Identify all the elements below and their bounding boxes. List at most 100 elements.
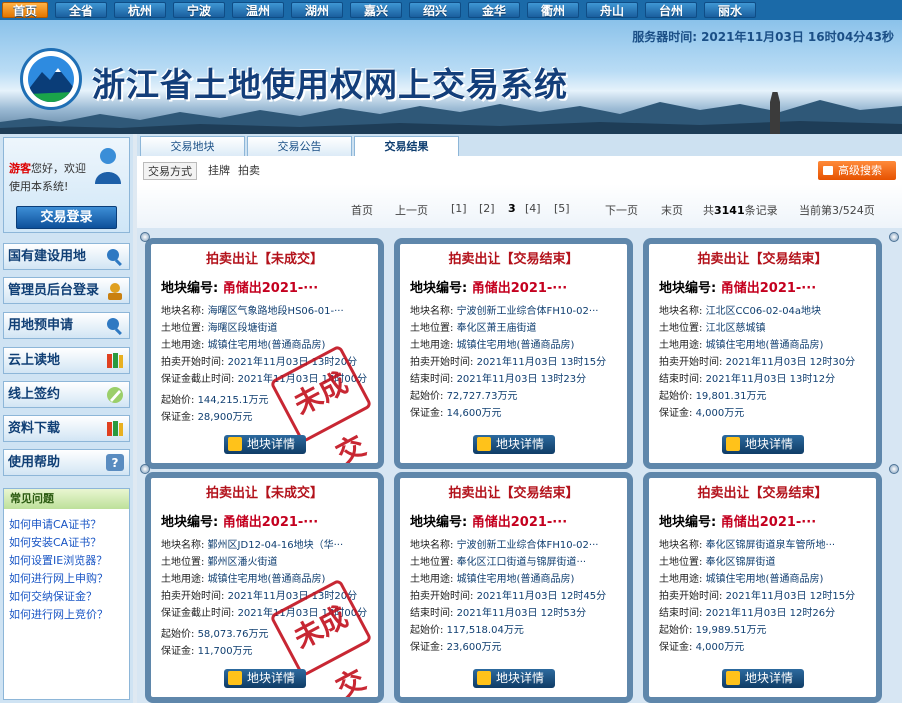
card-end: 结束时间: 2021年11月03日 12时53分 <box>410 604 625 619</box>
page-2[interactable]: [2] <box>479 202 495 215</box>
card-use: 土地用途: 城镇住宅用地(普通商品房) <box>659 570 874 585</box>
field-label: 土地用途: <box>410 340 454 351</box>
plot-detail-button[interactable]: 地块详情 <box>224 669 306 688</box>
plot-detail-button[interactable]: 地块详情 <box>722 669 804 688</box>
field-label: 保证金截止时间: <box>161 374 235 385</box>
filter-trade-mode[interactable]: 交易方式 <box>143 162 197 180</box>
tab-trade-notices[interactable]: 交易公告 <box>247 136 352 156</box>
field-value: 城镇住宅用地(普通商品房) <box>207 340 326 351</box>
top-nav: 首页 全省 杭州 宁波 温州 湖州 嘉兴 绍兴 金华 衢州 舟山 台州 丽水 <box>0 0 902 20</box>
menu-help[interactable]: 使用帮助? <box>3 449 130 476</box>
nav-huzhou[interactable]: 湖州 <box>291 2 343 18</box>
magnifier-icon <box>107 249 122 266</box>
plot-no-label: 地块编号: <box>161 281 219 296</box>
card-location: 土地位置: 奉化区萧王庙街道 <box>410 319 625 334</box>
card-status: 拍卖出让【交易结束】 <box>448 486 579 501</box>
page-prev[interactable]: 上一页 <box>395 202 428 218</box>
plot-detail-button[interactable]: 地块详情 <box>473 435 555 454</box>
field-value: 奉化区锦屏街道泉车管所地··· <box>705 540 836 551</box>
filter-auction[interactable]: 拍卖 <box>238 162 260 180</box>
detail-icon <box>477 437 491 451</box>
field-label: 保证金: <box>161 412 195 423</box>
page-next[interactable]: 下一页 <box>605 202 638 218</box>
plot-detail-button[interactable]: 地块详情 <box>722 435 804 454</box>
field-label: 土地用途: <box>161 574 205 585</box>
card-name: 地块名称: 宁波创新工业综合体FH10-02··· <box>410 536 625 551</box>
field-value: 江北区慈城镇 <box>705 323 766 334</box>
menu-online-sign[interactable]: 线上签约 <box>3 381 130 408</box>
detail-icon <box>726 437 740 451</box>
menu-admin-login[interactable]: 管理员后台登录 <box>3 277 130 304</box>
frame-bolt <box>889 232 899 242</box>
faq-link[interactable]: 如何进行网上竞价？ <box>9 606 108 622</box>
nav-quzhou[interactable]: 衢州 <box>527 2 579 18</box>
mountain-icon <box>28 68 74 102</box>
page-4[interactable]: [4] <box>525 202 541 215</box>
nav-jiaxing[interactable]: 嘉兴 <box>350 2 402 18</box>
detail-label: 地块详情 <box>496 671 545 685</box>
nav-hangzhou[interactable]: 杭州 <box>114 2 166 18</box>
nav-lishui[interactable]: 丽水 <box>704 2 756 18</box>
card-use: 土地用途: 城镇住宅用地(普通商品房) <box>410 570 625 585</box>
card-location: 土地位置: 奉化区江口街道与锦屏街道··· <box>410 553 625 568</box>
result-card: 拍卖出让【交易结束】 地块编号: 甬储出2021-··· 地块名称: 奉化区锦屏… <box>643 472 882 703</box>
field-label: 土地位置: <box>659 557 703 568</box>
page-1[interactable]: [1] <box>451 202 467 215</box>
tab-trade-plots[interactable]: 交易地块 <box>140 136 245 156</box>
result-card: 拍卖出让【未成交】 地块编号: 甬储出2021-··· 地块名称: 海曙区气象路… <box>145 238 384 469</box>
page-first[interactable]: 首页 <box>351 202 373 218</box>
faq-link[interactable]: 如何申请CA证书？ <box>9 516 101 532</box>
nav-ningbo[interactable]: 宁波 <box>173 2 225 18</box>
card-status: 拍卖出让【交易结束】 <box>448 252 579 267</box>
page-5[interactable]: [5] <box>554 202 570 215</box>
tab-trade-results[interactable]: 交易结果 <box>354 136 459 157</box>
field-value: 11,700万元 <box>197 646 253 657</box>
nav-shaoxing[interactable]: 绍兴 <box>409 2 461 18</box>
field-label: 拍卖开始时间: <box>410 357 474 368</box>
card-deposit: 保证金: 4,000万元 <box>659 638 874 653</box>
field-label: 结束时间: <box>410 374 454 385</box>
plot-detail-button[interactable]: 地块详情 <box>224 435 306 454</box>
field-label: 土地用途: <box>659 340 703 351</box>
field-value: 144,215.1万元 <box>197 395 269 406</box>
frame-bolt <box>140 232 150 242</box>
field-label: 土地用途: <box>161 340 205 351</box>
page-last[interactable]: 末页 <box>661 202 683 218</box>
login-button[interactable]: 交易登录 <box>16 206 117 229</box>
faq-link[interactable]: 如何设置IE浏览器？ <box>9 552 107 568</box>
field-label: 土地用途: <box>659 574 703 585</box>
field-label: 土地用途: <box>410 574 454 585</box>
faq-link[interactable]: 如何进行网上申购？ <box>9 570 108 586</box>
nav-taizhou[interactable]: 台州 <box>645 2 697 18</box>
field-label: 拍卖开始时间: <box>659 357 723 368</box>
card-use: 土地用途: 城镇住宅用地(普通商品房) <box>659 336 874 351</box>
plot-no-value: 甬储出2021-··· <box>471 281 568 296</box>
nav-province[interactable]: 全省 <box>55 2 107 18</box>
welcome-box: 游客您好，欢迎使用本系统! 交易登录 <box>3 137 130 233</box>
nav-zhoushan[interactable]: 舟山 <box>586 2 638 18</box>
field-value: 28,900万元 <box>197 412 253 423</box>
menu-state-land[interactable]: 国有建设用地 <box>3 243 130 270</box>
field-label: 拍卖开始时间: <box>410 591 474 602</box>
result-card: 拍卖出让【交易结束】 地块编号: 甬储出2021-··· 地块名称: 宁波创新工… <box>394 472 633 703</box>
field-label: 拍卖开始时间: <box>161 591 225 602</box>
filter-listing[interactable]: 挂牌 <box>208 162 230 180</box>
nav-wenzhou[interactable]: 温州 <box>232 2 284 18</box>
system-title: 浙江省土地使用权网上交易系统 <box>92 65 568 104</box>
field-label: 起始价: <box>410 625 444 636</box>
menu-download[interactable]: 资料下载 <box>3 415 130 442</box>
field-value: 城镇住宅用地(普通商品房) <box>207 574 326 585</box>
advanced-search-button[interactable]: 高级搜索 <box>818 161 896 180</box>
card-start-price: 起始价: 19,801.31万元 <box>659 387 874 402</box>
field-value: 鄞州区潘火街道 <box>207 557 278 568</box>
nav-jinhua[interactable]: 金华 <box>468 2 520 18</box>
menu-pre-apply[interactable]: 用地预申请 <box>3 312 130 339</box>
sidebar: 游客您好，欢迎使用本系统! 交易登录 国有建设用地 管理员后台登录 用地预申请 … <box>0 134 133 703</box>
faq-link[interactable]: 如何安装CA证书？ <box>9 534 101 550</box>
card-use: 土地用途: 城镇住宅用地(普通商品房) <box>161 570 376 585</box>
nav-home[interactable]: 首页 <box>2 2 48 18</box>
card-use: 土地用途: 城镇住宅用地(普通商品房) <box>161 336 376 351</box>
menu-cloud-view[interactable]: 云上读地 <box>3 347 130 374</box>
plot-detail-button[interactable]: 地块详情 <box>473 669 555 688</box>
faq-link[interactable]: 如何交纳保证金？ <box>9 588 97 604</box>
